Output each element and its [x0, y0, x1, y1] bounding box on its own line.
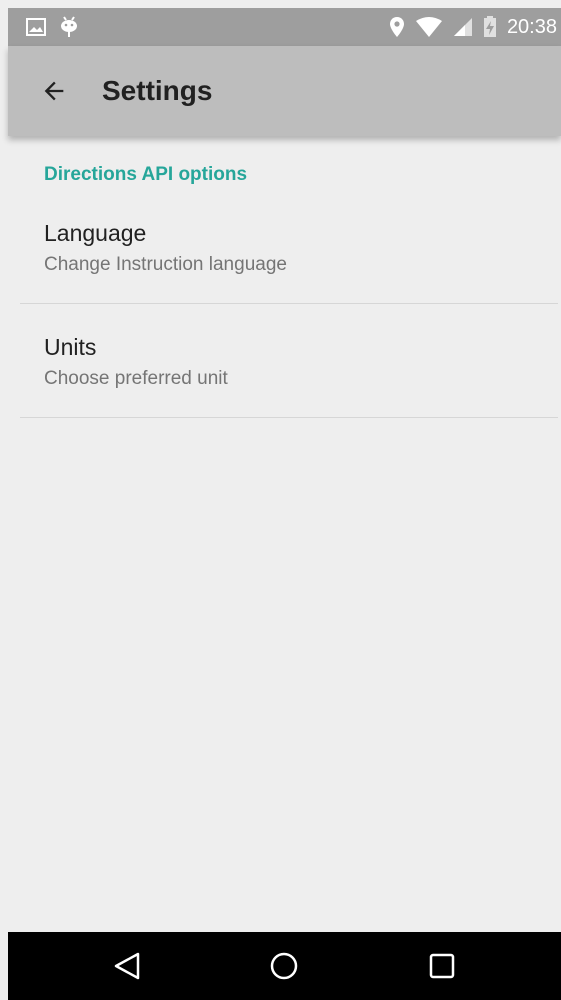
nav-home-button[interactable] [254, 936, 314, 996]
preference-title: Language [44, 220, 147, 246]
location-pin-icon [389, 16, 405, 38]
cell-signal-icon [453, 17, 473, 37]
divider [20, 417, 558, 418]
navigation-bar [8, 932, 561, 1000]
android-icon [60, 16, 78, 38]
preference-title: Units [44, 334, 97, 360]
arrow-back-icon [44, 81, 64, 101]
back-button[interactable] [36, 73, 72, 109]
battery-charging-icon [483, 16, 497, 38]
settings-list: Directions API options Language Change I… [8, 136, 561, 932]
status-right-icons: 20:38 [389, 16, 557, 39]
home-circle-icon [271, 952, 298, 980]
preference-summary: Change Instruction language [44, 254, 287, 275]
category-title: Directions API options [44, 164, 248, 185]
wifi-icon [415, 16, 443, 38]
status-left-icons [26, 16, 78, 38]
preference-language[interactable]: Language Change Instruction language [8, 192, 561, 304]
recents-square-icon [429, 953, 455, 979]
image-icon [26, 18, 46, 36]
page-title: Settings [102, 75, 213, 106]
app-bar: Settings [8, 46, 561, 136]
status-time: 20:38 [506, 15, 557, 38]
preference-units[interactable]: Units Choose preferred unit [8, 306, 561, 418]
nav-recents-button[interactable] [412, 936, 472, 996]
status-bar: 20:38 [8, 8, 561, 46]
back-triangle-icon [114, 952, 140, 980]
nav-back-button[interactable] [97, 936, 157, 996]
divider [20, 303, 558, 304]
preference-summary: Choose preferred unit [44, 368, 228, 389]
